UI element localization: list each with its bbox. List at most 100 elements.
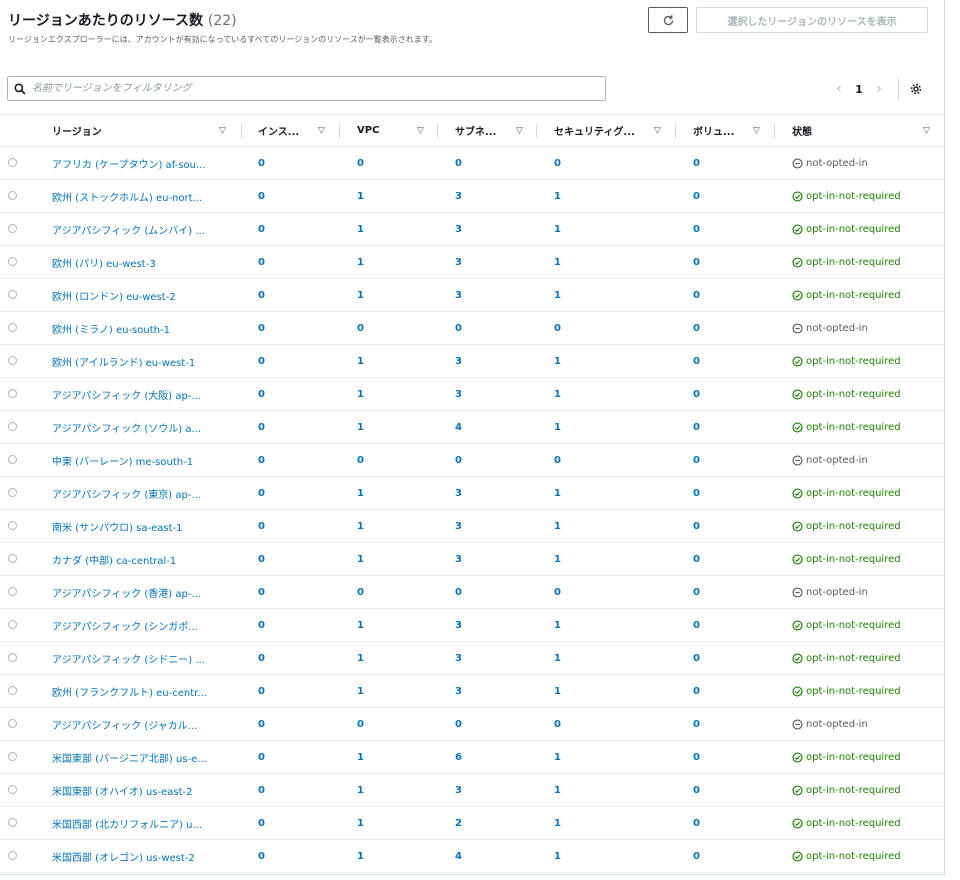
security-groups-count[interactable]: 1: [554, 840, 561, 872]
region-link[interactable]: アジアパシフィック (ソウル) a...: [52, 411, 201, 443]
instances-count[interactable]: 0: [258, 543, 265, 575]
region-link[interactable]: 欧州 (パリ) eu-west-3: [52, 246, 156, 278]
region-link[interactable]: アジアパシフィック (ジャカル...: [52, 708, 197, 740]
row-select-radio[interactable]: [8, 719, 17, 728]
table-row[interactable]: 米国東部 (オハイオ) us-east-2 0 1 3 1 0 opt-in-not-req…: [0, 774, 944, 807]
security-groups-count[interactable]: 1: [554, 510, 561, 542]
security-groups-count[interactable]: 1: [554, 675, 561, 707]
subnets-count[interactable]: 2: [455, 807, 462, 839]
security-groups-count[interactable]: 1: [554, 279, 561, 311]
instances-count[interactable]: 0: [258, 147, 265, 179]
volumes-count[interactable]: 0: [693, 345, 700, 377]
table-row[interactable]: アジアパシフィック (大阪) ap-... 0 1 3 1 0 opt-in-not-req…: [0, 378, 944, 411]
instances-count[interactable]: 0: [258, 774, 265, 806]
region-link[interactable]: アジアパシフィック (大阪) ap-...: [52, 378, 201, 410]
security-groups-count[interactable]: 0: [554, 576, 561, 608]
volumes-count[interactable]: 0: [693, 576, 700, 608]
security-groups-count[interactable]: 1: [554, 642, 561, 674]
subnets-count[interactable]: 0: [455, 444, 462, 476]
vpc-count[interactable]: 1: [357, 345, 364, 377]
vpc-count[interactable]: 1: [357, 279, 364, 311]
page-number[interactable]: 1: [848, 83, 870, 96]
row-select-radio[interactable]: [8, 224, 17, 233]
region-link[interactable]: 欧州 (ストックホルム) eu-nort...: [52, 180, 202, 212]
security-groups-count[interactable]: 1: [554, 774, 561, 806]
security-groups-count[interactable]: 1: [554, 609, 561, 641]
region-link[interactable]: 中東 (バーレーン) me-south-1: [52, 444, 193, 476]
column-security-groups[interactable]: セキュリティグ... ▽: [554, 115, 676, 146]
row-select-radio[interactable]: [8, 653, 17, 662]
security-groups-count[interactable]: 0: [554, 147, 561, 179]
volumes-count[interactable]: 0: [693, 708, 700, 740]
instances-count[interactable]: 0: [258, 180, 265, 212]
column-region[interactable]: リージョン ▽: [52, 115, 242, 146]
vpc-count[interactable]: 0: [357, 444, 364, 476]
region-link[interactable]: 米国西部 (オレゴン) us-west-2: [52, 840, 195, 872]
volumes-count[interactable]: 0: [693, 444, 700, 476]
volumes-count[interactable]: 0: [693, 642, 700, 674]
volumes-count[interactable]: 0: [693, 213, 700, 245]
region-link[interactable]: 欧州 (アイルランド) eu-west-1: [52, 345, 195, 377]
vpc-count[interactable]: 1: [357, 180, 364, 212]
table-row[interactable]: 中東 (バーレーン) me-south-1 0 0 0 0 0 not-opted-in: [0, 444, 944, 477]
subnets-count[interactable]: 0: [455, 576, 462, 608]
column-subnets[interactable]: サブネ... ▽: [455, 115, 537, 146]
subnets-count[interactable]: 3: [455, 180, 462, 212]
subnets-count[interactable]: 6: [455, 741, 462, 773]
instances-count[interactable]: 0: [258, 510, 265, 542]
row-select-radio[interactable]: [8, 488, 17, 497]
vpc-count[interactable]: 0: [357, 708, 364, 740]
instances-count[interactable]: 0: [258, 576, 265, 608]
table-row[interactable]: 欧州 (パリ) eu-west-3 0 1 3 1 0 opt-in-not-require…: [0, 246, 944, 279]
subnets-count[interactable]: 3: [455, 477, 462, 509]
subnets-count[interactable]: 3: [455, 675, 462, 707]
region-link[interactable]: アジアパシフィック (シドニー) ...: [52, 642, 205, 674]
volumes-count[interactable]: 0: [693, 477, 700, 509]
column-volumes[interactable]: ボリュ... ▽: [693, 115, 775, 146]
table-row[interactable]: 米国西部 (オレゴン) us-west-2 0 1 4 1 0 opt-in-not-req…: [0, 840, 944, 873]
vpc-count[interactable]: 1: [357, 840, 364, 872]
instances-count[interactable]: 0: [258, 609, 265, 641]
subnets-count[interactable]: 3: [455, 279, 462, 311]
table-row[interactable]: 南米 (サンパウロ) sa-east-1 0 1 3 1 0 opt-in-not-requ…: [0, 510, 944, 543]
region-link[interactable]: 南米 (サンパウロ) sa-east-1: [52, 510, 183, 542]
refresh-button[interactable]: [648, 7, 688, 33]
instances-count[interactable]: 0: [258, 444, 265, 476]
search-input[interactable]: [32, 83, 592, 94]
row-select-radio[interactable]: [8, 851, 17, 860]
instances-count[interactable]: 0: [258, 708, 265, 740]
row-select-radio[interactable]: [8, 587, 17, 596]
settings-button[interactable]: [907, 80, 925, 98]
security-groups-count[interactable]: 1: [554, 543, 561, 575]
security-groups-count[interactable]: 0: [554, 312, 561, 344]
row-select-radio[interactable]: [8, 455, 17, 464]
row-select-radio[interactable]: [8, 521, 17, 530]
subnets-count[interactable]: 0: [455, 147, 462, 179]
row-select-radio[interactable]: [8, 389, 17, 398]
region-link[interactable]: 欧州 (ミラノ) eu-south-1: [52, 312, 170, 344]
row-select-radio[interactable]: [8, 686, 17, 695]
table-row[interactable]: 米国西部 (北カリフォルニア) u... 0 1 2 1 0 opt-in-not-requ…: [0, 807, 944, 840]
row-select-radio[interactable]: [8, 158, 17, 167]
region-link[interactable]: 米国東部 (オハイオ) us-east-2: [52, 774, 193, 806]
column-vpc[interactable]: VPC ▽: [357, 115, 438, 146]
table-row[interactable]: 欧州 (フランクフルト) eu-centr... 0 1 3 1 0 opt-in-not-…: [0, 675, 944, 708]
security-groups-count[interactable]: 1: [554, 378, 561, 410]
column-instances[interactable]: インス... ▽: [258, 115, 340, 146]
region-link[interactable]: 欧州 (フランクフルト) eu-centr...: [52, 675, 207, 707]
vpc-count[interactable]: 1: [357, 774, 364, 806]
table-row[interactable]: 欧州 (ミラノ) eu-south-1 0 0 0 0 0 not-opted-in: [0, 312, 944, 345]
table-row[interactable]: アジアパシフィック (シドニー) ... 0 1 3 1 0 opt-in-not-requ…: [0, 642, 944, 675]
region-filter[interactable]: [7, 76, 606, 101]
instances-count[interactable]: 0: [258, 345, 265, 377]
row-select-radio[interactable]: [8, 191, 17, 200]
security-groups-count[interactable]: 1: [554, 477, 561, 509]
volumes-count[interactable]: 0: [693, 609, 700, 641]
table-row[interactable]: アジアパシフィック (ジャカル... 0 0 0 0 0 not-opted-in: [0, 708, 944, 741]
subnets-count[interactable]: 3: [455, 642, 462, 674]
security-groups-count[interactable]: 1: [554, 213, 561, 245]
table-row[interactable]: 欧州 (アイルランド) eu-west-1 0 1 3 1 0 opt-in-not-req…: [0, 345, 944, 378]
volumes-count[interactable]: 0: [693, 147, 700, 179]
table-row[interactable]: アジアパシフィック (ソウル) a... 0 1 4 1 0 opt-in-not-requ…: [0, 411, 944, 444]
security-groups-count[interactable]: 1: [554, 807, 561, 839]
